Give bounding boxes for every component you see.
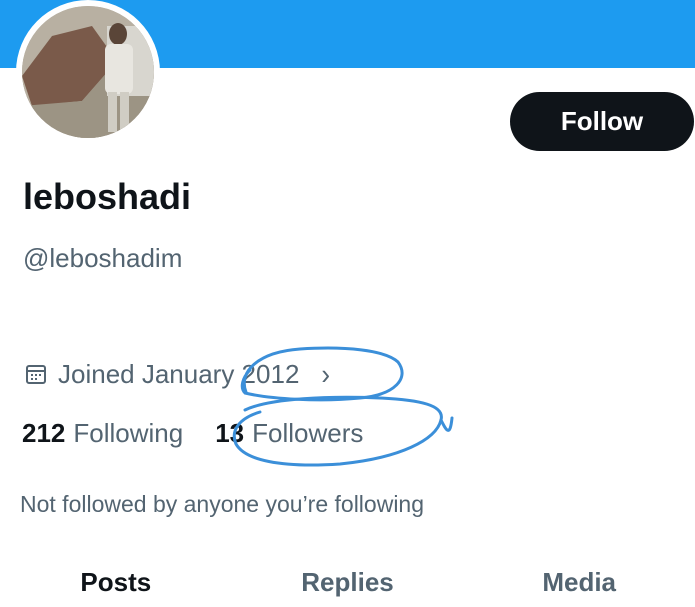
tab-replies[interactable]: Replies <box>232 562 464 607</box>
tab-media[interactable]: Media <box>463 562 695 607</box>
chevron-right-icon[interactable]: › <box>321 357 330 391</box>
following-count: 212 <box>22 417 66 448</box>
avatar[interactable] <box>16 0 160 144</box>
followers-count: 13 <box>215 417 245 448</box>
followers-label: Followers <box>252 417 364 448</box>
profile-tabs: Posts Replies Media <box>0 562 695 607</box>
follow-stats: 212 Following 13 Followers <box>22 416 363 450</box>
avatar-photo <box>22 6 154 138</box>
not-followed-notice: Not followed by anyone you’re following <box>20 491 425 517</box>
joined-label: Joined January 2012 <box>58 358 300 389</box>
joined-date[interactable]: Joined January 2012 › <box>24 357 330 391</box>
tab-posts[interactable]: Posts <box>0 562 232 607</box>
user-handle: @leboshadim <box>23 243 183 273</box>
follow-button[interactable]: Follow <box>510 92 694 151</box>
display-name: leboshadi <box>23 176 192 217</box>
followers-stat[interactable]: 13 Followers <box>215 418 363 449</box>
calendar-icon <box>24 362 48 386</box>
following-stat[interactable]: 212 Following <box>22 418 183 449</box>
following-label: Following <box>73 417 184 448</box>
